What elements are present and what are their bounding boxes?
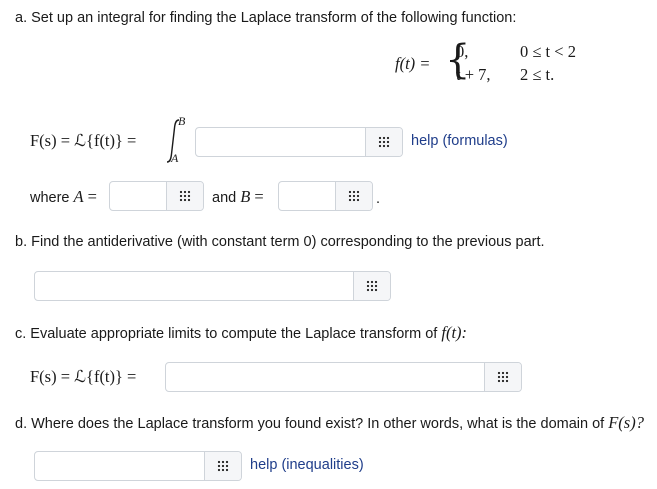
case2-condition: 2 ≤ t. — [520, 65, 555, 84]
lower-limit-answer-box — [109, 181, 204, 211]
laplace-keypad-button[interactable] — [484, 363, 521, 391]
integral-sign: B A — [158, 114, 194, 166]
upper-limit-answer-box — [278, 181, 373, 211]
part-c-prompt-text: c. Evaluate appropriate limits to comput… — [15, 326, 438, 342]
part-d-prompt: d. Where does the Laplace transform you … — [15, 413, 644, 433]
grid-keypad-icon — [179, 190, 191, 202]
help-formulas-link[interactable]: help (formulas) — [411, 133, 508, 149]
domain-keypad-button[interactable] — [204, 452, 241, 480]
integral-lhs: F(s) = ℒ{f(t)} = — [30, 131, 137, 150]
part-c-prompt-math: f(t): — [441, 323, 468, 342]
where-a-label: where A = — [30, 187, 97, 207]
lower-limit-keypad-button[interactable] — [166, 182, 203, 210]
part-a-prompt: a. Set up an integral for finding the La… — [15, 10, 517, 26]
domain-input[interactable] — [35, 452, 204, 480]
laplace-answer-box — [165, 362, 522, 392]
grid-keypad-icon — [348, 190, 360, 202]
a-variable: A — [73, 187, 84, 206]
equals-sign: = — [87, 187, 97, 206]
case1-condition: 0 ≤ t < 2 — [520, 42, 576, 61]
laplace-input[interactable] — [166, 363, 484, 391]
part-c-prompt: c. Evaluate appropriate limits to comput… — [15, 323, 467, 343]
integral-lower-limit: A — [171, 151, 179, 165]
integral-upper-limit: B — [178, 114, 186, 128]
integrand-keypad-button[interactable] — [365, 128, 402, 156]
integrand-answer-box — [195, 127, 403, 157]
b-variable: B — [240, 187, 251, 206]
upper-limit-input[interactable] — [279, 182, 335, 210]
antiderivative-keypad-button[interactable] — [353, 272, 390, 300]
grid-keypad-icon — [366, 280, 378, 292]
upper-limit-keypad-button[interactable] — [335, 182, 372, 210]
grid-keypad-icon — [378, 136, 390, 148]
laplace-lhs: F(s) = ℒ{f(t)} = — [30, 367, 137, 386]
and-b-label: and B = — [212, 187, 264, 207]
case1-value: 0, — [456, 42, 469, 61]
part-b-prompt: b. Find the antiderivative (with constan… — [15, 234, 545, 250]
antiderivative-answer-box — [34, 271, 391, 301]
domain-answer-box — [34, 451, 242, 481]
grid-keypad-icon — [217, 460, 229, 472]
lower-limit-input[interactable] — [110, 182, 166, 210]
integrand-input[interactable] — [196, 128, 365, 156]
trailing-period: . — [376, 191, 381, 207]
help-inequalities-link[interactable]: help (inequalities) — [250, 457, 364, 473]
case2-value: t + 7, — [456, 65, 491, 84]
where-label: where — [30, 190, 70, 206]
function-lhs: f(t) = — [395, 54, 431, 73]
part-d-prompt-text: d. Where does the Laplace transform you … — [15, 416, 605, 432]
part-d-prompt-math: F(s)? — [608, 413, 644, 432]
and-label: and — [212, 190, 237, 206]
antiderivative-input[interactable] — [35, 272, 353, 300]
equals-sign: = — [254, 187, 264, 206]
grid-keypad-icon — [497, 371, 509, 383]
